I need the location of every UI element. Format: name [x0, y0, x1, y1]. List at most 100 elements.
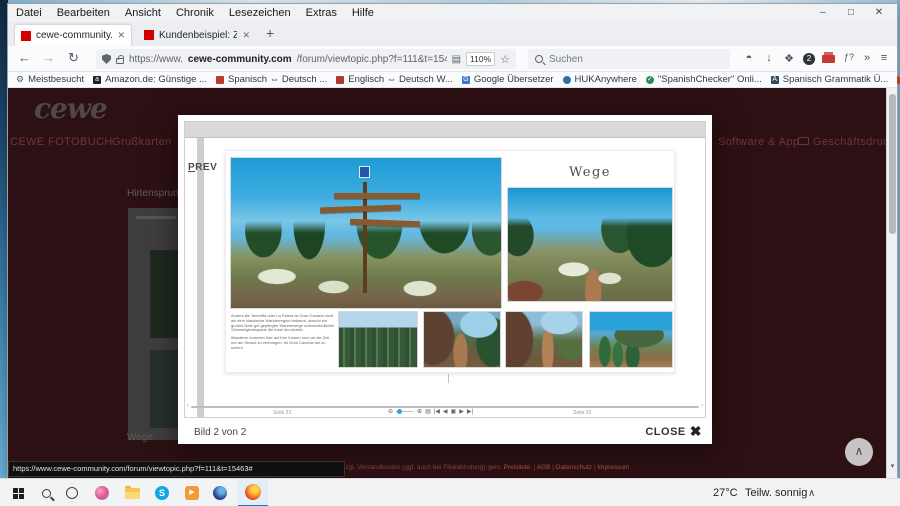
tab-close-icon[interactable]: ✕: [117, 30, 125, 41]
menu-extras[interactable]: Extras: [306, 7, 337, 19]
link-impressum[interactable]: Impressum: [597, 464, 629, 471]
forum-post-caption-dimmed: Wege: [127, 432, 153, 443]
site-nav-grusskarten[interactable]: Grußkarten: [112, 136, 172, 148]
bookmark-englisch-deutsch[interactable]: Englisch ⇔ Deutsch W...: [336, 74, 453, 85]
overflow-chevron-icon[interactable]: »: [859, 52, 875, 64]
close-lightbox-button[interactable]: CLOSE ✖: [645, 423, 702, 440]
scrollbar-thumb[interactable]: [889, 94, 896, 234]
prev-page-icon[interactable]: ◀: [443, 408, 448, 415]
taskbar: S ▶ 27°C Teilw. sonnig ∧ ) 20:49 13.07.2…: [0, 478, 900, 506]
photo-signpost-pines: [230, 157, 502, 309]
status-bar-url: https://www.cewe-community.com/forum/vie…: [8, 461, 345, 477]
menu-lesezeichen[interactable]: Lesezeichen: [229, 7, 291, 19]
paint-app-button[interactable]: [88, 479, 116, 506]
lock-icon[interactable]: [116, 58, 124, 64]
new-tab-button[interactable]: +: [266, 25, 274, 41]
hidden-icons-chevron[interactable]: ∧: [808, 479, 815, 506]
tab-title: cewe-community.com/forum/vi: [36, 30, 112, 41]
search-icon: [535, 55, 543, 63]
hscroll-right-arrow[interactable]: ›: [701, 403, 703, 409]
reload-button[interactable]: ↻: [68, 50, 79, 66]
print-icon[interactable]: [822, 55, 835, 63]
media-player-button[interactable]: ▶: [178, 479, 206, 506]
bookmark-amazon[interactable]: aAmazon.de: Günstige ...: [93, 74, 207, 85]
minimize-button[interactable]: –: [809, 4, 837, 22]
menu-datei[interactable]: Datei: [16, 7, 42, 19]
photo-flowering-trail: [507, 187, 673, 302]
zoom-slider-thumb[interactable]: [397, 409, 402, 414]
bookmark-spanishchecker[interactable]: ✓"SpanishChecker" Onli...: [646, 74, 762, 85]
pocket-icon[interactable]: ◓: [741, 52, 757, 64]
hscroll-left-arrow[interactable]: ‹: [187, 403, 189, 409]
back-button[interactable]: ←: [18, 50, 31, 65]
start-button[interactable]: [4, 479, 32, 506]
scroll-to-top-button[interactable]: ∧: [845, 438, 873, 466]
reader-mode-icon[interactable]: ▤: [452, 54, 461, 65]
hamburger-menu-icon[interactable]: ≡: [876, 52, 892, 64]
firefox-button-active[interactable]: [238, 479, 268, 506]
spread-fold-mark: [448, 374, 449, 383]
fullscreen-icon[interactable]: ▣: [451, 408, 457, 415]
bookmark-spanisch-deutsch[interactable]: Spanisch ⇔ Deutsch ...: [216, 74, 327, 85]
prev-image-button[interactable]: PREV: [188, 162, 217, 173]
skype-button[interactable]: S: [148, 479, 176, 506]
site-nav-software-app[interactable]: Software & App: [718, 136, 799, 148]
menu-ansicht[interactable]: Ansicht: [125, 7, 161, 19]
search-field[interactable]: Suchen: [528, 49, 730, 69]
link-agb[interactable]: AGB: [537, 464, 551, 471]
site-nav-fotobuch[interactable]: CEWE FOTOBUCH: [10, 136, 113, 148]
link-datenschutz[interactable]: Datenschutz: [556, 464, 592, 471]
bookmark-spanisch-grammatik[interactable]: ASpanisch Grammatik Ü...: [771, 74, 889, 85]
forward-button[interactable]: →: [42, 50, 55, 65]
zoom-out-icon[interactable]: ⊖: [388, 408, 393, 415]
close-window-button[interactable]: ✕: [865, 4, 893, 22]
weather-condition[interactable]: Teilw. sonnig: [745, 479, 807, 506]
extension-badge-icon[interactable]: 2: [803, 53, 815, 65]
first-page-icon[interactable]: |◀: [434, 408, 440, 415]
last-page-icon[interactable]: ▶|: [467, 408, 473, 415]
tab-cewe-community[interactable]: cewe-community.com/forum/vi ✕: [14, 24, 132, 46]
url-path: /forum/viewtopic.php?f=111&t=15463: [297, 54, 447, 65]
bookmark-google-uebersetzer[interactable]: GGoogle Übersetzer: [462, 74, 554, 85]
scrollbar-down-arrow[interactable]: ▾: [887, 462, 897, 470]
search-placeholder: Suchen: [549, 54, 583, 65]
next-page-icon[interactable]: ▶: [459, 408, 464, 415]
zoom-slider[interactable]: [396, 411, 414, 412]
bookmark-meistbesucht[interactable]: ⚙Meistbesucht: [16, 74, 84, 85]
bookmark-hukanywhere[interactable]: HUKAnywhere: [563, 74, 637, 85]
zoom-in-icon[interactable]: ⊕: [417, 408, 422, 415]
maximize-button[interactable]: □: [837, 4, 865, 22]
menu-chronik[interactable]: Chronik: [176, 7, 214, 19]
site-nav-geschaeftsdruck[interactable]: Geschäftsdruck: [798, 136, 895, 148]
page-number-right: Seite 32: [573, 410, 591, 416]
dict-icon: [336, 76, 344, 84]
link-preisliste[interactable]: Preisliste: [504, 464, 530, 471]
tab-kundenbeispiel[interactable]: Kundenbeispiel: Zugvögel unte ✕: [138, 24, 256, 46]
cewe-logo[interactable]: cewe: [34, 92, 107, 125]
bookmark-star-icon[interactable]: ☆: [500, 53, 510, 66]
taskbar-search-button[interactable]: [32, 479, 60, 506]
weather-temperature[interactable]: 27°C: [713, 479, 738, 506]
url-scheme: https://www.: [129, 54, 183, 65]
forum-post-heading-dimmed: Hirtensprung: [127, 188, 184, 199]
cortana-button[interactable]: [58, 479, 86, 506]
file-explorer-button[interactable]: [118, 479, 146, 506]
menu-bearbeiten[interactable]: Bearbeiten: [57, 7, 110, 19]
tracking-shield-icon[interactable]: [102, 54, 111, 64]
address-bar[interactable]: https://www. cewe-community.com /forum/v…: [96, 49, 516, 69]
downloads-icon[interactable]: ↓: [761, 52, 777, 64]
menu-hilfe[interactable]: Hilfe: [352, 7, 374, 19]
huk-icon: [563, 76, 571, 84]
extension-icon[interactable]: ❖: [781, 52, 797, 65]
secondary-browser-button[interactable]: [206, 479, 234, 506]
firefox-icon: [245, 484, 261, 500]
translate-icon: G: [462, 76, 470, 84]
font-tool-icon[interactable]: ƒ?: [841, 52, 857, 62]
photobook-spread: Wege Anders als Teneriffa oder La Palma …: [225, 150, 675, 373]
page-scrollbar[interactable]: ▾: [886, 88, 897, 478]
zoom-level-indicator[interactable]: 110%: [466, 52, 495, 66]
url-domain: cewe-community.com: [188, 54, 292, 65]
fit-page-icon[interactable]: ▤: [425, 408, 431, 415]
tab-close-icon[interactable]: ✕: [242, 30, 250, 41]
signpost-top-sign: [359, 166, 370, 178]
